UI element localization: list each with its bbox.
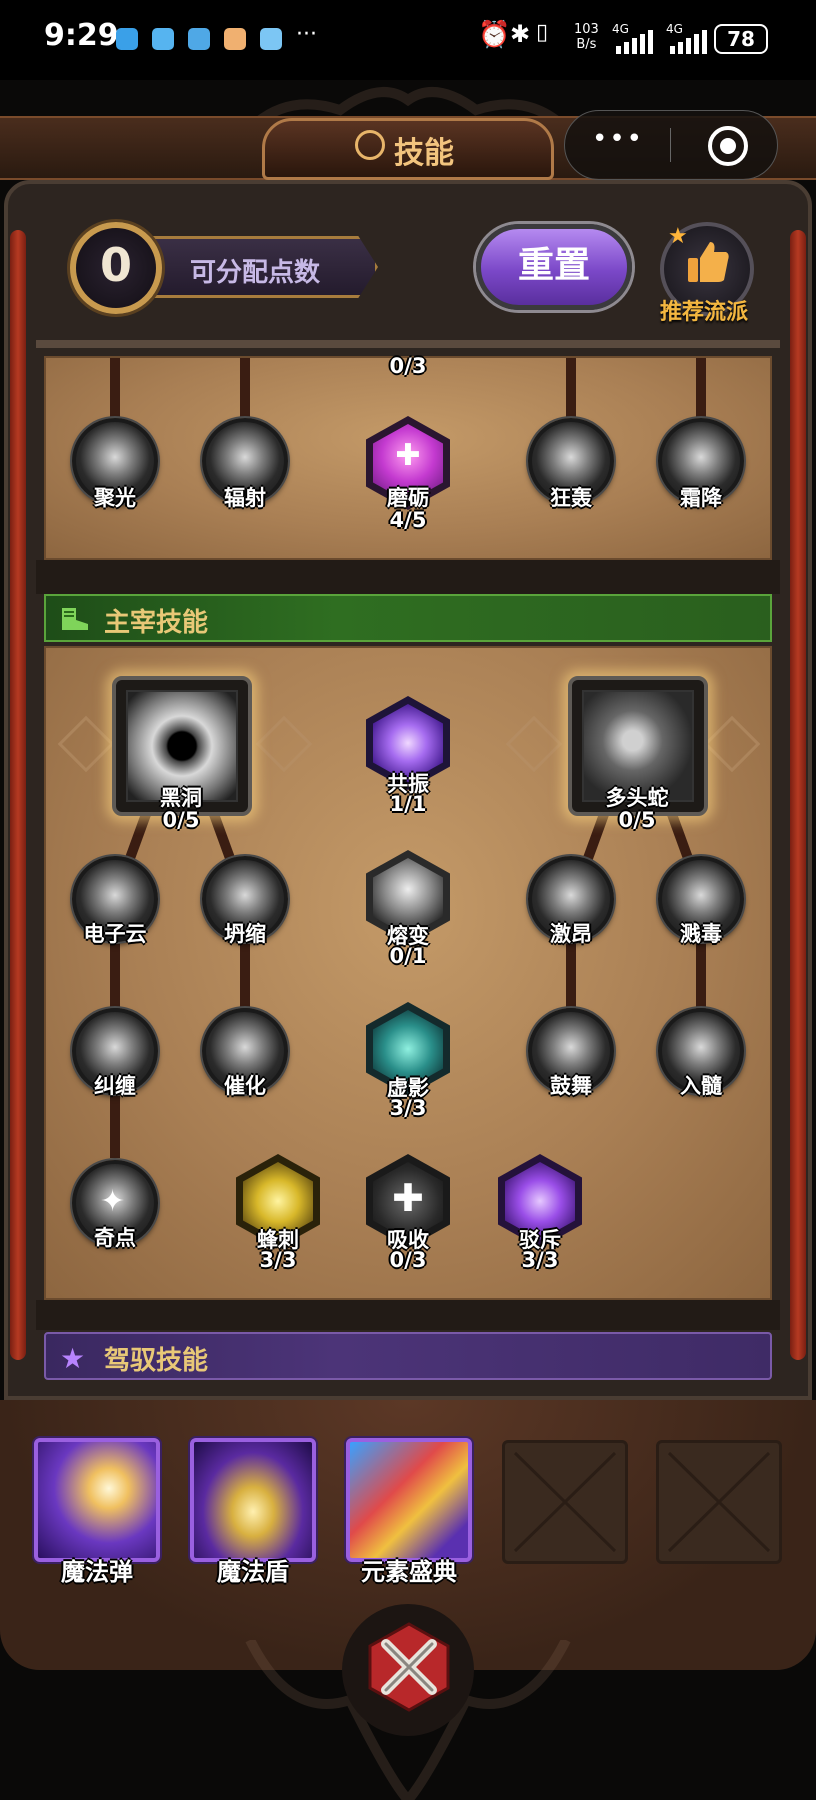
reset-button[interactable]: 重置 (476, 224, 632, 310)
tree-connector (696, 358, 706, 418)
skill-count: 0/3 (389, 1248, 427, 1272)
skill-count: 0/5 (618, 808, 656, 832)
divider (36, 340, 780, 348)
skill-label: 坍缩 (224, 922, 266, 946)
network-speed: 103 B/s (574, 22, 599, 52)
capsule-divider (670, 128, 671, 162)
skill-count: 3/3 (389, 1096, 427, 1120)
skill-count: 3/3 (259, 1248, 297, 1272)
plus-icon: ✚ (395, 438, 421, 473)
thumbs-up-icon (688, 242, 729, 282)
vibrate-icon: ▯ (536, 20, 549, 45)
points-label: 可分配点数 (190, 258, 321, 288)
app-notification-icon (260, 28, 282, 50)
skill-label: 激昂 (550, 922, 592, 946)
drive-skills-title: 驾驭技能 (104, 1346, 209, 1376)
page-title: 技能 (394, 136, 454, 171)
equipped-skill-label: 元素盛典 (361, 1558, 457, 1586)
skill-label: 入髓 (680, 1074, 722, 1098)
app-notification-icon (116, 28, 138, 50)
plus-icon: ✚ (392, 1176, 424, 1220)
skill-label: 狂轰 (550, 486, 592, 510)
bluetooth-icon: ✱ (510, 20, 531, 48)
equipped-skill-slot[interactable] (346, 1438, 472, 1562)
panel-separator (36, 1300, 780, 1330)
skill-label: 鼓舞 (550, 1074, 592, 1098)
skill-label: 催化 (224, 1074, 266, 1098)
star-icon: ★ (60, 1342, 86, 1375)
app-notification-icon (224, 28, 246, 50)
status-more-icon: ··· (296, 22, 317, 47)
app-notification-icon (152, 28, 174, 50)
equipped-skill-label: 魔法盾 (217, 1558, 289, 1586)
more-options-button[interactable]: ••• (592, 124, 644, 154)
empty-slot-x-icon (667, 1451, 771, 1553)
app-notification-icon (188, 28, 210, 50)
equipped-skill-label: 魔法弹 (61, 1558, 133, 1586)
close-miniprogram-button[interactable] (708, 126, 748, 166)
empty-skill-slot[interactable] (502, 1440, 628, 1564)
equipped-skill-slot[interactable] (34, 1438, 160, 1562)
signal-icon (670, 30, 707, 54)
tier-count: 0/3 (389, 354, 427, 378)
empty-slot-x-icon (513, 1451, 617, 1553)
skill-label: 溅毒 (680, 922, 722, 946)
master-skills-title: 主宰技能 (104, 608, 209, 638)
skill-label: 奇点 (94, 1226, 136, 1250)
battery-icon: 78 (714, 24, 768, 54)
skill-count: 1/1 (389, 792, 427, 816)
tree-connector (566, 358, 576, 418)
skill-label: 霜降 (680, 486, 722, 510)
recommend-build-label: 推荐流派 (660, 300, 749, 325)
alarm-icon: ⏰ (478, 20, 511, 50)
status-time: 9:29 (44, 18, 119, 53)
panel-separator (36, 560, 780, 594)
skill-label: 纠缠 (94, 1074, 136, 1098)
tree-connector (110, 358, 120, 418)
skill-count: 4/5 (389, 508, 427, 532)
empty-skill-slot[interactable] (656, 1440, 782, 1564)
tree-connector (240, 358, 250, 418)
frame-pillar-right (790, 230, 806, 1360)
frame-pillar-left (10, 230, 26, 1360)
equipped-skill-slot[interactable] (190, 1438, 316, 1562)
close-icon[interactable] (364, 1622, 454, 1712)
skill-label: 电子云 (83, 922, 147, 946)
skill-count: 0/5 (162, 808, 200, 832)
boot-icon (62, 608, 88, 630)
star-icon: ★ (668, 224, 688, 249)
sparkle-icon: ✦ (100, 1184, 126, 1219)
skill-count: 0/1 (389, 944, 427, 968)
signal-icon (616, 30, 653, 54)
skill-count: 3/3 (521, 1248, 559, 1272)
points-value: 0 (99, 238, 132, 292)
skill-label: 聚光 (94, 486, 136, 510)
skill-wheel-icon (355, 130, 385, 160)
skill-label: 辐射 (224, 486, 266, 510)
